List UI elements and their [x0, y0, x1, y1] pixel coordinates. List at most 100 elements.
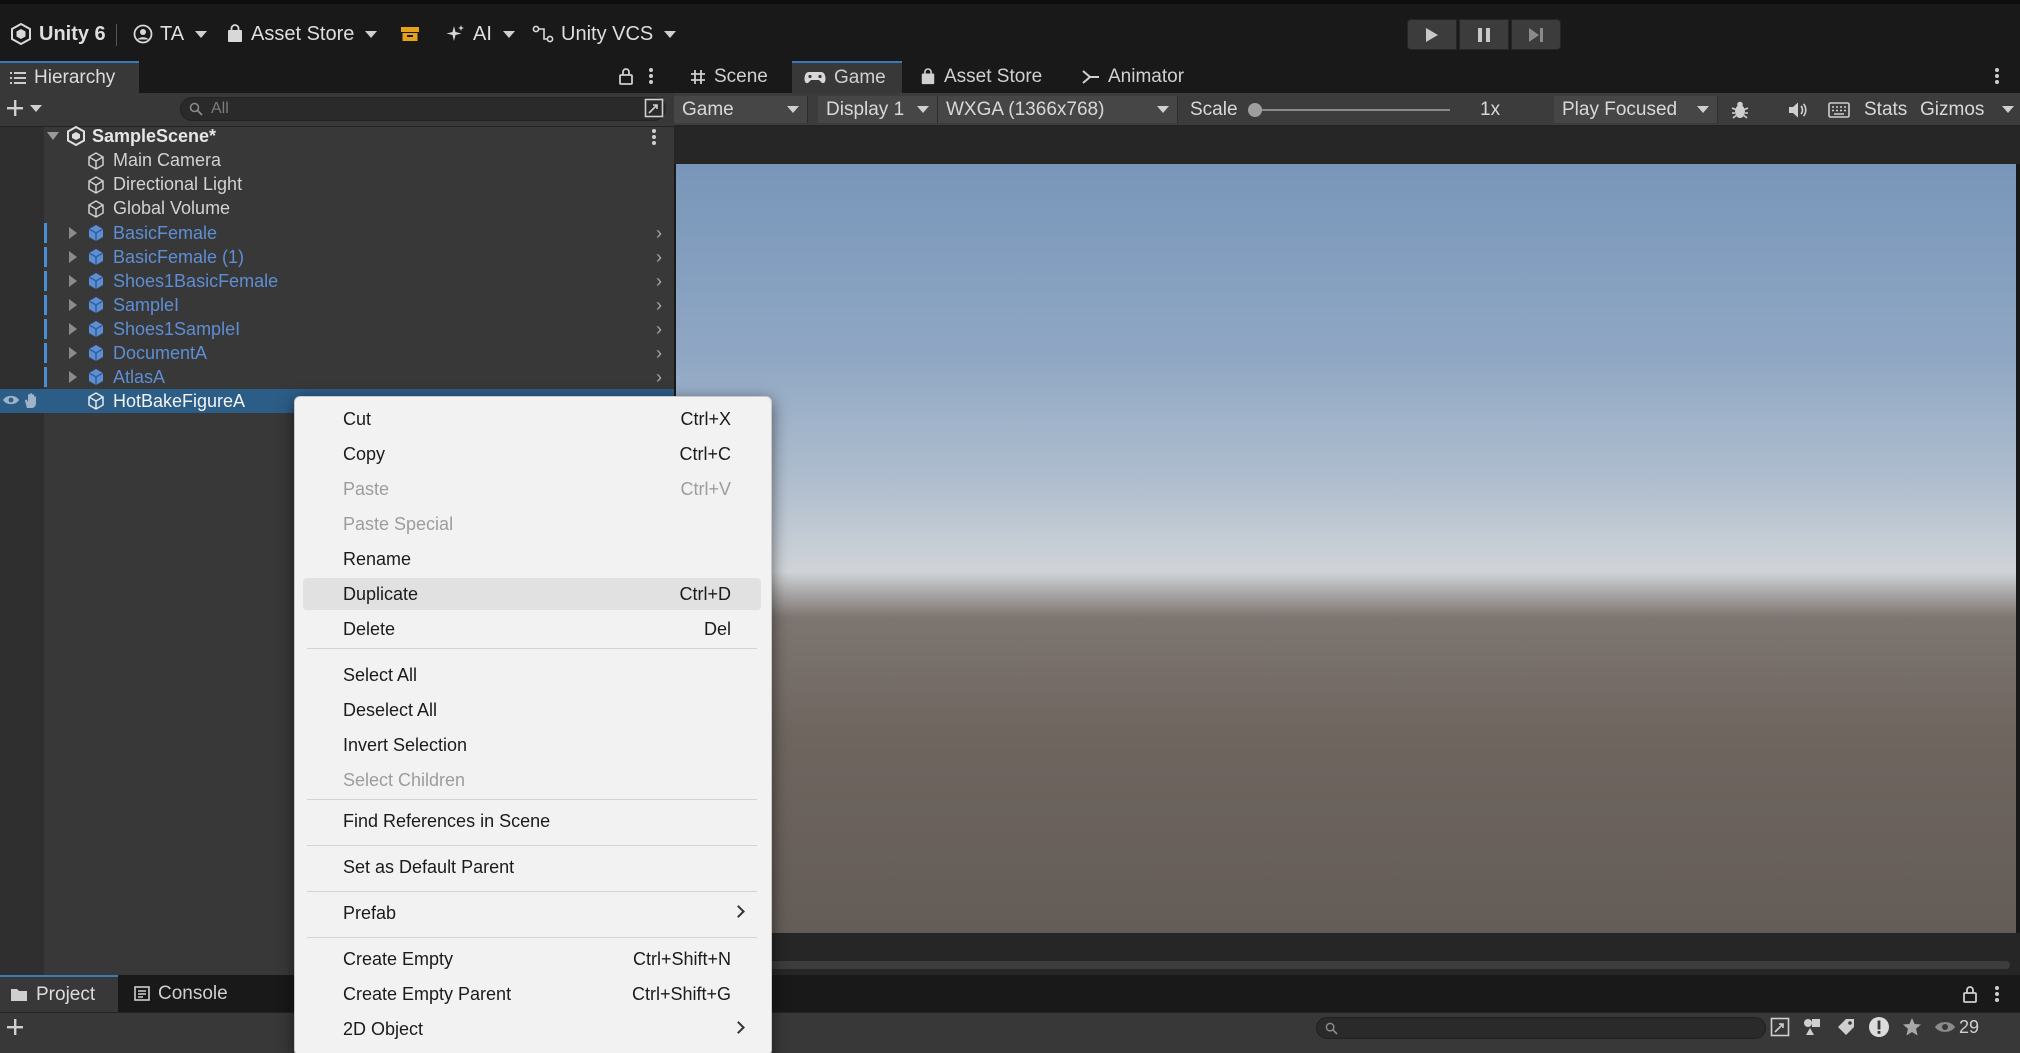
account-dropdown[interactable]: TA	[133, 18, 208, 50]
keyboard-shortcuts-button[interactable]	[1820, 96, 1850, 123]
chevron-right-icon[interactable]: ›	[656, 271, 662, 292]
menu-item-copy[interactable]: Copy Ctrl+C	[303, 438, 761, 470]
more-options-icon[interactable]	[651, 128, 657, 146]
archive-button[interactable]	[400, 18, 420, 50]
fold-closed-icon[interactable]	[69, 371, 77, 383]
scene-row[interactable]: SampleScene*	[0, 124, 674, 148]
game-viewport[interactable]	[676, 164, 2016, 933]
filter-by-type-icon[interactable]	[1802, 1017, 1824, 1037]
hierarchy-prefab-item[interactable]: DocumentA ›	[0, 341, 674, 365]
search-options-icon[interactable]	[644, 98, 664, 123]
mute-audio-button[interactable]	[1780, 96, 1810, 123]
menu-item-label: Create Empty Parent	[343, 983, 512, 1004]
menu-item-invert-selection[interactable]: Invert Selection	[303, 729, 761, 761]
menu-item-delete[interactable]: Delete Del	[303, 613, 761, 645]
resolution-dropdown[interactable]: WXGA (1366x768)	[938, 96, 1178, 123]
hierarchy-item[interactable]: Main Camera	[0, 148, 674, 172]
game-mode-dropdown[interactable]: Game	[674, 96, 808, 123]
warning-circle-icon[interactable]	[1868, 1016, 1890, 1038]
version-control-icon	[532, 25, 554, 43]
hierarchy-prefab-item[interactable]: Shoes1SampleI ›	[0, 317, 674, 341]
ai-dropdown[interactable]: AI	[446, 18, 515, 50]
hierarchy-prefab-item[interactable]: BasicFemale ›	[0, 221, 674, 245]
chevron-right-icon[interactable]: ›	[656, 223, 662, 244]
chevron-right-icon[interactable]: ›	[656, 343, 662, 364]
hierarchy-item[interactable]: Directional Light	[0, 172, 674, 196]
fold-closed-icon[interactable]	[69, 323, 77, 335]
visibility-eye-icon[interactable]	[2, 393, 20, 407]
hierarchy-item[interactable]: Global Volume	[0, 196, 674, 220]
fold-open-icon[interactable]	[47, 132, 59, 140]
menu-item-label: Select Children	[343, 769, 466, 790]
menu-item-rename[interactable]: Rename	[303, 543, 761, 575]
hierarchy-prefab-item[interactable]: Shoes1BasicFemale ›	[0, 269, 674, 293]
tab-asset-store[interactable]: Asset Store	[908, 61, 1054, 93]
tab-hierarchy[interactable]: Hierarchy	[0, 61, 139, 93]
gizmos-label: Gizmos	[1920, 98, 1985, 120]
horizontal-scrollbar[interactable]	[760, 961, 2010, 969]
project-search-input[interactable]	[1316, 1017, 1766, 1039]
create-dropdown-button[interactable]	[6, 99, 42, 117]
project-create-button[interactable]	[6, 1018, 24, 1036]
unity-menu[interactable]: Unity 6	[10, 18, 106, 50]
hierarchy-prefab-item[interactable]: AtlasA ›	[0, 365, 674, 389]
tab-game[interactable]: Game	[792, 61, 902, 93]
favorite-star-icon[interactable]	[1902, 1017, 1922, 1037]
menu-item-create-empty[interactable]: Create Empty Ctrl+Shift+N	[303, 943, 761, 975]
chevron-right-icon[interactable]: ›	[656, 367, 662, 388]
fold-closed-icon[interactable]	[69, 251, 77, 263]
fold-closed-icon[interactable]	[69, 275, 77, 287]
pause-button[interactable]	[1459, 19, 1509, 50]
gameobject-cube-icon	[88, 200, 104, 218]
visibility-count[interactable]: 29	[1934, 1017, 1979, 1038]
menu-item-set-default-parent[interactable]: Set as Default Parent	[303, 851, 761, 883]
tab-project[interactable]: Project	[0, 975, 118, 1012]
play-button[interactable]	[1407, 19, 1457, 50]
tab-animator[interactable]: Animator	[1070, 61, 1196, 93]
plus-icon	[7, 1019, 23, 1035]
gizmos-dropdown[interactable]: Gizmos	[1912, 96, 2020, 123]
submenu-arrow-icon	[732, 1021, 745, 1034]
hierarchy-item-label: DocumentA	[113, 342, 208, 363]
lock-icon[interactable]	[1962, 985, 1978, 1008]
lock-icon[interactable]	[618, 67, 634, 90]
chevron-right-icon[interactable]: ›	[656, 319, 662, 340]
menu-item-2d-object[interactable]: 2D Object	[303, 1013, 761, 1045]
scale-slider-handle[interactable]	[1248, 103, 1262, 117]
menu-item-find-references[interactable]: Find References in Scene	[303, 805, 761, 837]
menu-item-duplicate[interactable]: Duplicate Ctrl+D	[303, 578, 761, 610]
display-dropdown[interactable]: Display 1	[818, 96, 938, 123]
play-mode-dropdown[interactable]: Play Focused	[1554, 96, 1718, 123]
menu-item-cut[interactable]: Cut Ctrl+X	[303, 403, 761, 435]
hierarchy-item-label: Directional Light	[113, 173, 243, 194]
chevron-right-icon[interactable]: ›	[656, 295, 662, 316]
tab-console[interactable]: Console	[124, 975, 238, 1012]
fold-closed-icon[interactable]	[69, 347, 77, 359]
fold-closed-icon[interactable]	[69, 299, 77, 311]
step-button[interactable]	[1511, 19, 1561, 50]
tab-scene[interactable]: Scene	[678, 61, 780, 93]
menu-item-prefab[interactable]: Prefab	[303, 897, 761, 929]
more-options-icon[interactable]	[1994, 67, 2000, 90]
more-options-icon[interactable]	[1994, 985, 2000, 1008]
pickable-hand-icon[interactable]	[22, 392, 40, 410]
hierarchy-search-input[interactable]: All	[180, 97, 666, 121]
pause-icon	[1478, 27, 1490, 42]
prefab-override-marker	[44, 367, 47, 387]
tag-icon[interactable]	[1836, 1017, 1856, 1037]
menu-item-create-empty-parent[interactable]: Create Empty Parent Ctrl+Shift+G	[303, 978, 761, 1010]
fold-closed-icon[interactable]	[69, 227, 77, 239]
debug-bug-button[interactable]	[1722, 96, 1756, 123]
more-options-icon[interactable]	[648, 67, 654, 90]
search-options-icon[interactable]	[1770, 1017, 1790, 1037]
menu-item-deselect-all[interactable]: Deselect All	[303, 694, 761, 726]
scale-slider-track[interactable]	[1254, 109, 1450, 111]
chevron-right-icon[interactable]: ›	[656, 247, 662, 268]
stats-button[interactable]: Stats	[1856, 96, 1912, 123]
vcs-dropdown[interactable]: Unity VCS	[532, 18, 677, 50]
hierarchy-prefab-item[interactable]: SampleI ›	[0, 293, 674, 317]
hierarchy-prefab-item[interactable]: BasicFemale (1) ›	[0, 245, 674, 269]
asset-store-dropdown[interactable]: Asset Store	[226, 18, 378, 50]
menu-item-select-all[interactable]: Select All	[303, 659, 761, 691]
vcs-label: Unity VCS	[561, 22, 654, 45]
